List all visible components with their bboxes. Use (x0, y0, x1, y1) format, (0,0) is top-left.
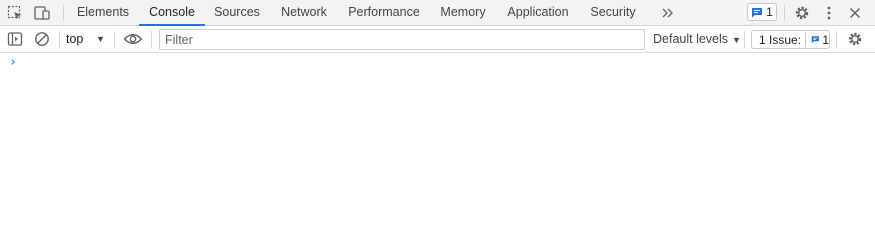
console-prompt-chevron: › (9, 55, 17, 70)
console-output[interactable]: › (0, 53, 875, 247)
tab-sources[interactable]: Sources (210, 0, 264, 25)
issues-label: 1 Issue: (759, 32, 802, 47)
sidebar-toggle-icon[interactable] (5, 29, 25, 49)
toolbar-divider (744, 31, 745, 48)
context-label: top (66, 32, 84, 46)
context-selector[interactable]: top ▼ (66, 30, 110, 49)
issues-counter-button[interactable]: 1 Issue: 1 (751, 30, 830, 49)
toolbar-divider (836, 31, 837, 48)
gear-icon[interactable] (792, 3, 812, 23)
message-icon (752, 7, 763, 17)
console-toolbar: top ▼ Default levels▼ 1 Issue: 1 (0, 26, 875, 53)
tab-security[interactable]: Security (586, 0, 640, 25)
close-icon[interactable] (845, 3, 865, 23)
caret-down-icon: ▼ (96, 34, 105, 44)
toolbar-divider (151, 31, 152, 48)
tab-performance[interactable]: Performance (344, 0, 424, 25)
tab-console[interactable]: Console (139, 0, 205, 26)
tabbar-divider (63, 5, 64, 21)
toolbar-divider (114, 31, 115, 48)
inspect-element-icon[interactable] (5, 3, 25, 23)
issues-count: 1 (822, 32, 829, 47)
tab-application[interactable]: Application (502, 0, 574, 25)
double-chevron-right-icon[interactable] (658, 3, 678, 23)
log-levels-label: Default levels (653, 32, 729, 46)
console-settings-icon[interactable] (845, 29, 865, 49)
filter-input[interactable] (159, 29, 645, 50)
devtools-window: Elements Console Sources Network Perform… (0, 0, 875, 247)
toolbar-divider (59, 31, 60, 48)
caret-down-icon: ▼ (732, 35, 741, 45)
tabbar-divider (784, 5, 785, 21)
log-levels-dropdown[interactable]: Default levels ▼ (653, 30, 741, 49)
more-vertical-icon[interactable] (819, 3, 839, 23)
issues-badge[interactable]: 1 (747, 3, 777, 21)
main-tab-bar: Elements Console Sources Network Perform… (0, 0, 875, 26)
tab-memory[interactable]: Memory (434, 0, 492, 25)
tab-network[interactable]: Network (275, 0, 333, 25)
message-icon (811, 36, 819, 44)
tab-elements[interactable]: Elements (73, 0, 133, 25)
issues-badge-count: 1 (766, 5, 773, 19)
device-toolbar-icon[interactable] (32, 3, 52, 23)
pill-divider (805, 32, 806, 47)
eye-icon[interactable] (123, 29, 143, 49)
clear-console-icon[interactable] (32, 29, 52, 49)
